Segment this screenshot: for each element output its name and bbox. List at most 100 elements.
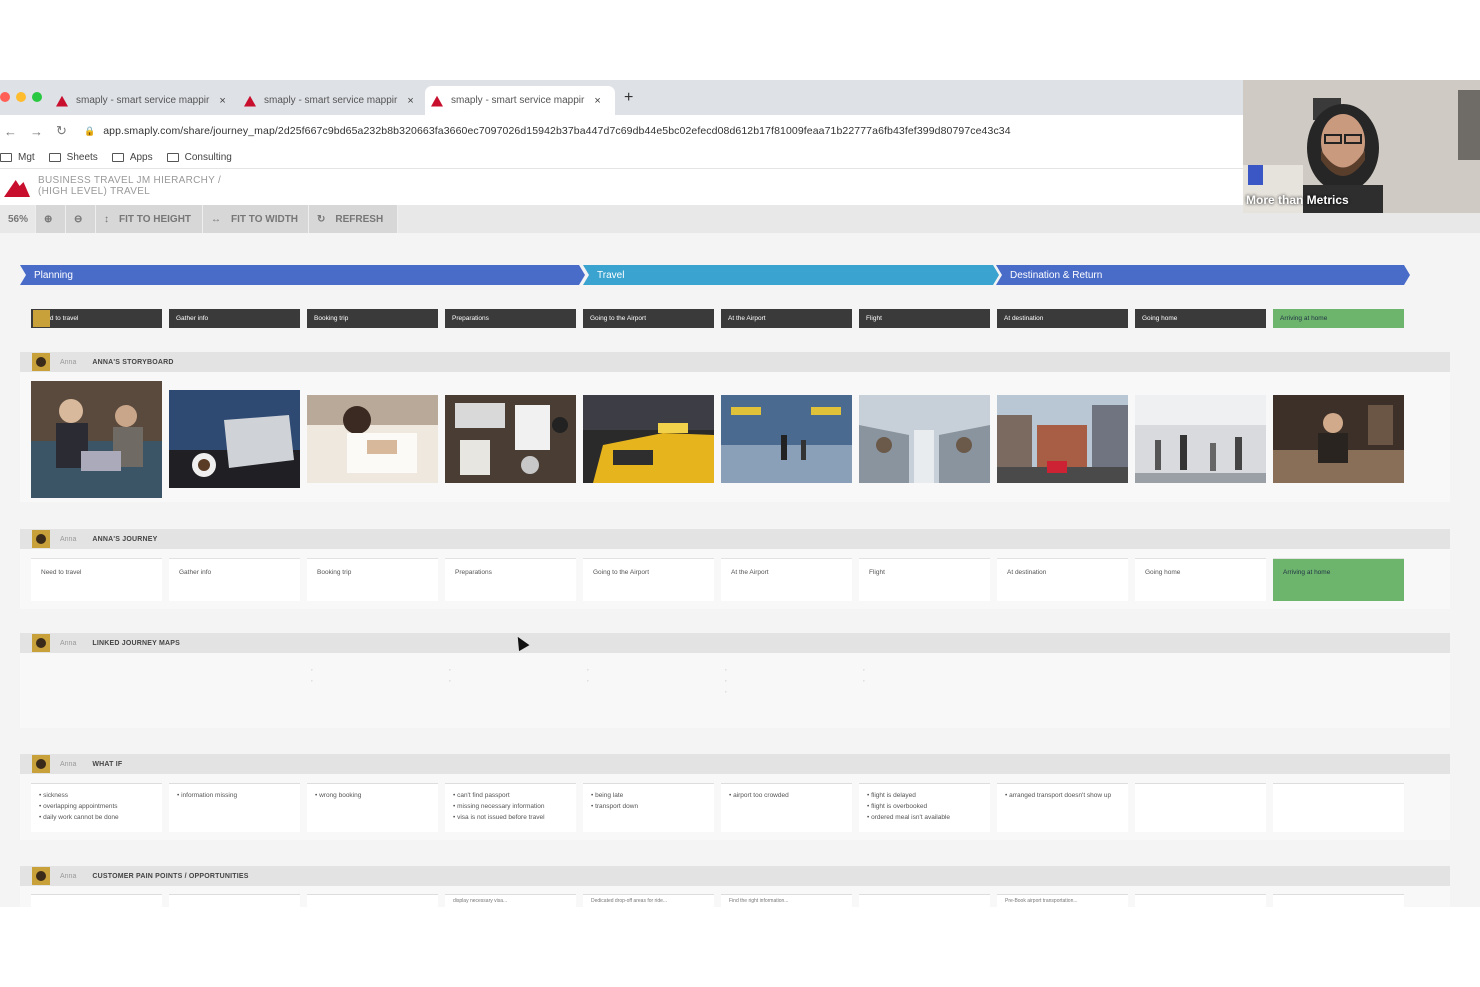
step-header[interactable]: Need to travel (31, 309, 162, 328)
step-header[interactable]: Flight (859, 309, 990, 328)
pain-point-card[interactable] (31, 894, 162, 907)
pain-point-card[interactable] (1273, 894, 1404, 907)
step-header[interactable]: Gather info (169, 309, 300, 328)
back-arrow-icon[interactable]: ← (4, 124, 26, 139)
linked-map-icons[interactable]: ▫ ▫ (311, 664, 442, 686)
maximize-window-dot[interactable] (32, 92, 42, 102)
pain-point-card[interactable] (1135, 894, 1266, 907)
linked-map-icons[interactable]: ▫ ▫ ▫ (725, 664, 856, 697)
storyboard-image-laptop[interactable] (169, 390, 300, 488)
step-header[interactable]: Booking trip (307, 309, 438, 328)
storyboard-image-terminal[interactable] (1135, 395, 1266, 483)
smaply-logo-icon[interactable] (4, 180, 30, 197)
lane-header-journey[interactable]: Anna ANNA'S JOURNEY (20, 529, 1450, 549)
window-controls (0, 92, 42, 102)
what-if-card[interactable]: • arranged transport doesn't show up (997, 783, 1128, 832)
step-header[interactable]: Going home (1135, 309, 1266, 328)
lane-header-linked-maps[interactable]: Anna LINKED JOURNEY MAPS (20, 633, 1450, 653)
breadcrumb-parent: BUSINESS TRAVEL JM HIERARCHY / (38, 175, 222, 186)
pain-point-card[interactable] (169, 894, 300, 907)
lane-header-pain-points[interactable]: Anna CUSTOMER PAIN POINTS / OPPORTUNITIE… (20, 866, 1450, 886)
what-if-card[interactable]: • sickness • overlapping appointments • da… (31, 783, 162, 832)
storyboard-image-city[interactable] (997, 395, 1128, 483)
step-label: Flight (866, 315, 882, 322)
phase-destination-return[interactable]: Destination & Return (996, 265, 1410, 285)
close-tab-icon[interactable]: × (219, 95, 225, 107)
pain-point-card[interactable]: Dedicated drop-off areas for ride... (583, 894, 714, 907)
what-if-item: • flight is delayed (867, 792, 916, 799)
linked-map-icons[interactable]: ▫ ▫ (449, 664, 580, 686)
breadcrumb[interactable]: BUSINESS TRAVEL JM HIERARCHY / (HIGH LEV… (38, 175, 221, 197)
phase-planning[interactable]: Planning (20, 265, 585, 285)
what-if-card[interactable]: • airport too crowded (721, 783, 852, 832)
linked-map-icons[interactable]: ▫ ▫ (587, 664, 718, 686)
journey-card[interactable]: Flight (859, 558, 990, 601)
zoom-in-button[interactable]: ⊕ (36, 205, 66, 233)
forward-arrow-icon[interactable]: → (30, 124, 52, 139)
minimize-window-dot[interactable] (16, 92, 26, 102)
journey-card[interactable]: Booking trip (307, 558, 438, 601)
lane-header-storyboard[interactable]: Anna ANNA'S STORYBOARD (20, 352, 1450, 372)
what-if-card[interactable]: • being late • transport down (583, 783, 714, 832)
step-header[interactable]: Preparations (445, 309, 576, 328)
linked-map-icons[interactable]: ▫ ▫ (863, 664, 994, 686)
what-if-item: • daily work cannot be done (39, 814, 119, 821)
lane-owner: Anna (60, 535, 77, 543)
fit-height-label: FIT TO HEIGHT (119, 213, 192, 225)
close-tab-icon[interactable]: × (407, 95, 413, 107)
what-if-card[interactable]: • wrong booking (307, 783, 438, 832)
pain-point-card[interactable] (859, 894, 990, 907)
what-if-item: • ordered meal isn't available (867, 814, 951, 821)
fit-to-height-button[interactable]: ↕ FIT TO HEIGHT (96, 205, 203, 233)
step-label: Preparations (452, 315, 489, 322)
journey-card[interactable]: Need to travel (31, 558, 162, 601)
what-if-item: • being late (591, 792, 624, 799)
journey-card[interactable]: Preparations (445, 558, 576, 601)
storyboard-image-writing[interactable] (307, 395, 438, 483)
close-tab-icon[interactable]: × (594, 95, 600, 107)
storyboard-image-taxi[interactable] (583, 395, 714, 483)
what-if-card[interactable]: • can't find passport • missing necessary… (445, 783, 576, 832)
phase-travel[interactable]: Travel (583, 265, 999, 285)
pain-point-card[interactable]: display necessary visa... (445, 894, 576, 907)
journey-card[interactable]: At the Airport (721, 558, 852, 601)
storyboard-image-desk[interactable] (445, 395, 576, 483)
browser-tab[interactable]: smaply - smart service mappir × (238, 86, 424, 115)
journey-card-highlighted[interactable]: Arriving at home (1273, 558, 1404, 601)
pain-point-card[interactable]: Find the right information... (721, 894, 852, 907)
avatar (32, 530, 50, 548)
fit-to-width-button[interactable]: ↔ FIT TO WIDTH (203, 205, 309, 233)
what-if-card[interactable]: • flight is delayed • flight is overbooke… (859, 783, 990, 832)
bookmark-folder[interactable]: Consulting (166, 152, 232, 163)
refresh-button[interactable]: ↻ REFRESH (309, 205, 398, 233)
storyboard-image-airport[interactable] (721, 395, 852, 483)
reload-icon[interactable]: ↻ (56, 123, 78, 139)
folder-icon (0, 153, 12, 162)
bookmark-folder[interactable]: Mgt (0, 152, 35, 163)
browser-tab-active[interactable]: smaply - smart service mappir × (425, 86, 615, 115)
storyboard-image-office[interactable] (31, 381, 162, 498)
journey-card[interactable]: Going home (1135, 558, 1266, 601)
step-header[interactable]: At destination (997, 309, 1128, 328)
new-tab-button[interactable]: + (624, 89, 633, 107)
what-if-card[interactable] (1273, 783, 1404, 832)
url-field[interactable]: app.smaply.com/share/journey_map/2d25f66… (103, 125, 1010, 137)
journey-card[interactable]: At destination (997, 558, 1128, 601)
storyboard-image-flight[interactable] (859, 395, 990, 483)
journey-card[interactable]: Gather info (169, 558, 300, 601)
step-header[interactable]: Going to the Airport (583, 309, 714, 328)
what-if-card[interactable]: • information missing (169, 783, 300, 832)
zoom-out-button[interactable]: ⊖ (66, 205, 96, 233)
browser-tab[interactable]: smaply - smart service mappir × (50, 86, 236, 115)
step-header-highlighted[interactable]: Arriving at home (1273, 309, 1404, 328)
journey-card[interactable]: Going to the Airport (583, 558, 714, 601)
bookmark-folder[interactable]: Apps (111, 152, 153, 163)
step-header[interactable]: At the Airport (721, 309, 852, 328)
lane-header-what-if[interactable]: Anna WHAT IF (20, 754, 1450, 774)
pain-point-card[interactable] (307, 894, 438, 907)
pain-point-card[interactable]: Pre-Book airport transportation... (997, 894, 1128, 907)
bookmark-folder[interactable]: Sheets (48, 152, 98, 163)
close-window-dot[interactable] (0, 92, 10, 102)
storyboard-image-home[interactable] (1273, 395, 1404, 483)
what-if-card[interactable] (1135, 783, 1266, 832)
